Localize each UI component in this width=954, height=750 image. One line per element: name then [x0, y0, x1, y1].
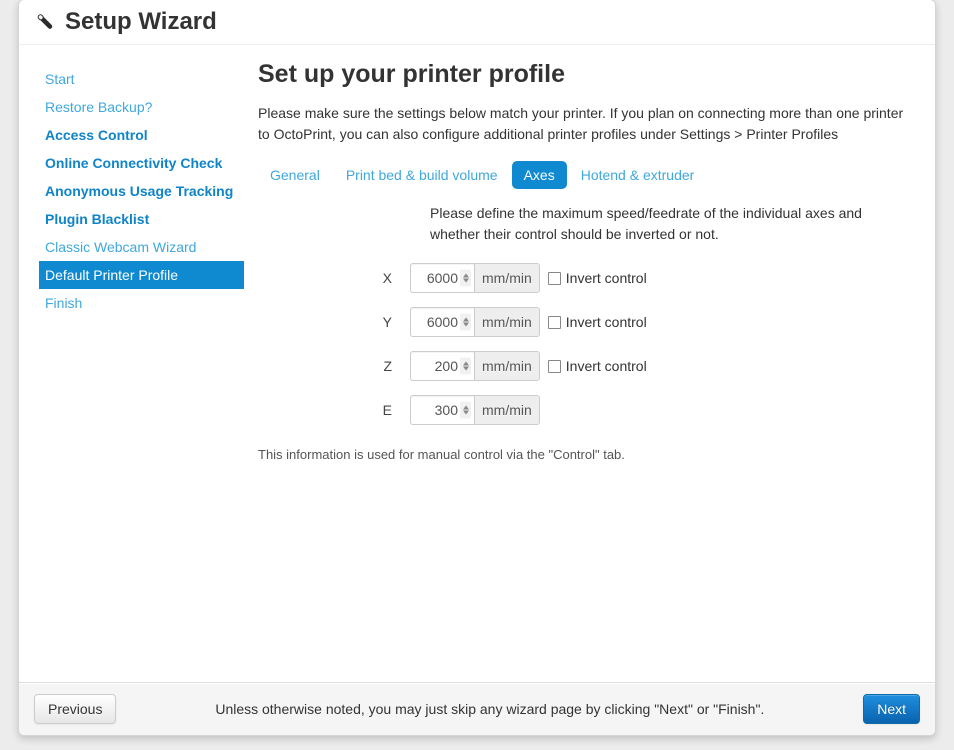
previous-button[interactable]: Previous	[34, 694, 116, 724]
axis-unit-addon-x: mm/min	[474, 263, 540, 293]
content-description: Please make sure the settings below matc…	[258, 103, 913, 145]
wizard-sidebar: Start Restore Backup? Access Control Onl…	[19, 59, 244, 682]
sidebar-item-classic-webcam-wizard[interactable]: Classic Webcam Wizard	[39, 233, 244, 261]
axis-speed-input-y[interactable]: 6000	[410, 307, 474, 337]
axis-speed-value-x: 6000	[417, 269, 458, 287]
tab-print-bed-build-volume-link[interactable]: Print bed & build volume	[334, 161, 510, 189]
sidebar-link-start[interactable]: Start	[39, 65, 244, 93]
axis-unit-addon-e: mm/min	[474, 395, 540, 425]
footer-note: Unless otherwise noted, you may just ski…	[116, 699, 863, 719]
axis-speed-input-z[interactable]: 200	[410, 351, 474, 381]
invert-control-checkbox-y[interactable]	[548, 316, 561, 329]
sidebar-item-start[interactable]: Start	[39, 65, 244, 93]
axis-label-z: Z	[258, 356, 410, 376]
axes-intro-text: Please define the maximum speed/feedrate…	[258, 203, 913, 245]
sidebar-link-finish[interactable]: Finish	[39, 289, 244, 317]
spinner-icon-y[interactable]	[460, 314, 471, 331]
axis-speed-value-e: 300	[417, 401, 458, 419]
axis-row-z: Z 200 mm/min Invert control	[258, 351, 913, 381]
wizard-step-list: Start Restore Backup? Access Control Onl…	[39, 65, 244, 317]
axis-speed-input-group-y: 6000 mm/min	[410, 307, 540, 337]
spinner-icon-e[interactable]	[460, 402, 471, 419]
page-title: Setup Wizard	[34, 8, 217, 36]
axes-footnote: This information is used for manual cont…	[258, 445, 913, 464]
invert-control-label-x[interactable]: Invert control	[548, 269, 647, 287]
invert-control-text-x: Invert control	[566, 269, 647, 287]
axis-unit-addon-z: mm/min	[474, 351, 540, 381]
invert-control-text-z: Invert control	[566, 357, 647, 375]
axis-speed-value-y: 6000	[417, 313, 458, 331]
axis-row-y: Y 6000 mm/min Invert control	[258, 307, 913, 337]
content-heading: Set up your printer profile	[258, 59, 913, 89]
axis-row-x: X 6000 mm/min Invert control	[258, 263, 913, 293]
axis-speed-input-e[interactable]: 300	[410, 395, 474, 425]
spinner-icon-x[interactable]	[460, 270, 471, 287]
sidebar-link-anonymous-usage-tracking[interactable]: Anonymous Usage Tracking	[39, 177, 244, 205]
wizard-content: Set up your printer profile Please make …	[244, 59, 935, 682]
axis-label-e: E	[258, 400, 410, 420]
tab-hotend-extruder[interactable]: Hotend & extruder	[569, 161, 707, 189]
dialog-title-text: Setup Wizard	[65, 8, 217, 36]
axis-row-e: E 300 mm/min	[258, 395, 913, 425]
axis-label-x: X	[258, 268, 410, 288]
axis-unit-addon-y: mm/min	[474, 307, 540, 337]
sidebar-item-access-control[interactable]: Access Control	[39, 121, 244, 149]
next-button[interactable]: Next	[863, 694, 920, 724]
tab-general-link[interactable]: General	[258, 161, 332, 189]
invert-control-text-y: Invert control	[566, 313, 647, 331]
sidebar-item-anonymous-usage-tracking[interactable]: Anonymous Usage Tracking	[39, 177, 244, 205]
axis-speed-input-group-x: 6000 mm/min	[410, 263, 540, 293]
tab-general[interactable]: General	[258, 161, 332, 189]
magic-wand-icon	[34, 11, 56, 33]
printer-profile-tabs: General Print bed & build volume Axes Ho…	[258, 161, 913, 189]
spinner-icon-z[interactable]	[460, 358, 471, 375]
invert-control-checkbox-x[interactable]	[548, 272, 561, 285]
sidebar-link-plugin-blacklist[interactable]: Plugin Blacklist	[39, 205, 244, 233]
sidebar-link-default-printer-profile[interactable]: Default Printer Profile	[39, 261, 244, 289]
tab-print-bed-build-volume[interactable]: Print bed & build volume	[334, 161, 510, 189]
sidebar-link-access-control[interactable]: Access Control	[39, 121, 244, 149]
axis-label-y: Y	[258, 312, 410, 332]
sidebar-item-finish[interactable]: Finish	[39, 289, 244, 317]
sidebar-item-default-printer-profile[interactable]: Default Printer Profile	[39, 261, 244, 289]
invert-control-label-z[interactable]: Invert control	[548, 357, 647, 375]
dialog-header: Setup Wizard	[19, 0, 935, 45]
sidebar-link-online-connectivity-check[interactable]: Online Connectivity Check	[39, 149, 244, 177]
tab-hotend-extruder-link[interactable]: Hotend & extruder	[569, 161, 707, 189]
invert-control-label-y[interactable]: Invert control	[548, 313, 647, 331]
sidebar-item-plugin-blacklist[interactable]: Plugin Blacklist	[39, 205, 244, 233]
sidebar-link-classic-webcam-wizard[interactable]: Classic Webcam Wizard	[39, 233, 244, 261]
tab-axes-link[interactable]: Axes	[512, 161, 567, 189]
axis-speed-input-x[interactable]: 6000	[410, 263, 474, 293]
invert-control-checkbox-z[interactable]	[548, 360, 561, 373]
dialog-body: Start Restore Backup? Access Control Onl…	[19, 45, 935, 682]
sidebar-item-restore-backup[interactable]: Restore Backup?	[39, 93, 244, 121]
axis-speed-input-group-z: 200 mm/min	[410, 351, 540, 381]
tab-axes[interactable]: Axes	[512, 161, 567, 189]
setup-wizard-dialog: Setup Wizard Start Restore Backup? Acces…	[18, 0, 936, 736]
sidebar-item-online-connectivity-check[interactable]: Online Connectivity Check	[39, 149, 244, 177]
axis-speed-value-z: 200	[417, 357, 458, 375]
sidebar-link-restore-backup[interactable]: Restore Backup?	[39, 93, 244, 121]
dialog-footer: Previous Unless otherwise noted, you may…	[19, 682, 935, 735]
axis-speed-input-group-e: 300 mm/min	[410, 395, 540, 425]
